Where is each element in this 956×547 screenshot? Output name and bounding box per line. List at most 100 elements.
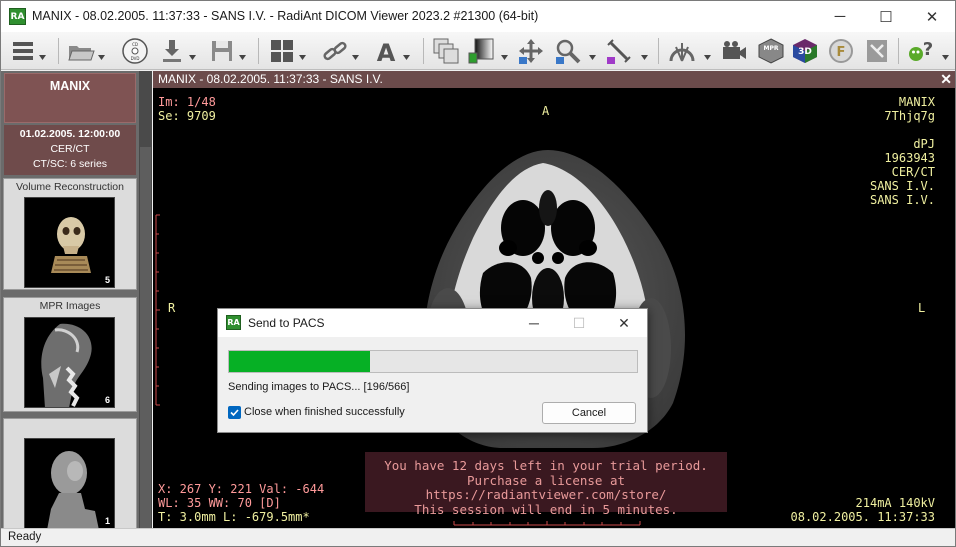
series-image-count: 1 xyxy=(104,516,110,526)
layout-button[interactable] xyxy=(268,37,296,65)
study-name[interactable]: MANIX xyxy=(4,73,136,123)
series-label: MPR Images xyxy=(39,300,101,312)
dialog-maximize-button: ☐ xyxy=(557,311,601,335)
menu-button[interactable] xyxy=(9,37,37,65)
close-when-finished-label[interactable]: Close when finished successfully xyxy=(244,406,405,418)
movie-icon xyxy=(723,41,746,59)
series-thumbnail[interactable]: Volume Reconstruction 5 xyxy=(3,178,137,290)
series-thumbnail[interactable]: 1 xyxy=(3,418,137,530)
reset-icon xyxy=(867,40,887,62)
trial-notice-line: Purchase a license at https://radiantvie… xyxy=(425,472,667,502)
help-button[interactable]: ? xyxy=(907,37,935,65)
minimize-button[interactable]: ─ xyxy=(817,1,863,32)
close-button[interactable]: ✕ xyxy=(909,1,955,32)
save-button[interactable] xyxy=(208,37,236,65)
svg-text:F: F xyxy=(837,45,846,60)
fusion-button[interactable]: F xyxy=(827,37,855,65)
toolbar-separator xyxy=(258,38,259,64)
toolbar-separator xyxy=(898,38,899,64)
cursor-value-overlay: X: 267 Y: 221 Val: -644 xyxy=(158,482,325,496)
series-scrollbar-thumb[interactable] xyxy=(140,147,151,528)
study-info[interactable]: 01.02.2005. 12:00:00 CER/CT CT/SC: 6 ser… xyxy=(4,125,136,175)
link-icon xyxy=(323,41,347,61)
series-scrollbar[interactable] xyxy=(139,71,152,528)
zoom-icon xyxy=(556,39,581,64)
window-level-dropdown-arrow[interactable] xyxy=(501,48,508,60)
cd-dvd-icon: CD DVD xyxy=(122,38,148,64)
layout-grid-icon xyxy=(271,40,293,62)
orientation-left-label: R xyxy=(168,301,176,315)
download-dropdown-arrow[interactable] xyxy=(189,48,196,60)
series-thumbnail-image: 6 xyxy=(24,317,115,408)
help-dropdown-arrow[interactable] xyxy=(942,48,949,60)
link-dropdown-arrow[interactable] xyxy=(352,48,359,60)
volume-render-image xyxy=(51,217,91,273)
movie-button[interactable] xyxy=(720,37,748,65)
scout-lines-icon xyxy=(669,43,695,62)
open-button[interactable] xyxy=(67,37,95,65)
trial-notice-line: This session will end in 5 minutes. xyxy=(414,501,678,517)
zoom-button[interactable] xyxy=(554,37,582,65)
mpr-icon: MPR xyxy=(758,38,784,64)
reset-button[interactable] xyxy=(863,37,891,65)
status-text: Ready xyxy=(8,531,42,543)
3d-button[interactable]: 3D xyxy=(791,37,819,65)
image-number-overlay: Im: 1/48 xyxy=(158,95,216,109)
patient-name-overlay: MANIX xyxy=(898,95,935,109)
dialog-minimize-button[interactable]: ─ xyxy=(512,311,556,335)
series-button[interactable] xyxy=(432,37,460,65)
send-progress-bar xyxy=(228,350,638,373)
zoom-dropdown-arrow[interactable] xyxy=(589,48,596,60)
title-bar: RA MANIX - 08.02.2005. 11:37:33 - SANS I… xyxy=(1,1,955,32)
cd-dvd-button[interactable]: CD DVD xyxy=(121,37,149,65)
overlay-line: dPJ xyxy=(913,137,935,151)
window-level-overlay: WL: 35 WW: 70 [D] xyxy=(158,496,281,510)
close-when-finished-checkbox[interactable] xyxy=(228,406,241,419)
maximize-icon: ☐ xyxy=(572,314,586,331)
dialog-close-button[interactable]: ✕ xyxy=(602,311,646,335)
study-date: 01.02.2005. 12:00:00 xyxy=(19,128,121,140)
checkmark-icon xyxy=(230,409,239,417)
scout-image xyxy=(47,451,99,528)
menu-dropdown-arrow[interactable] xyxy=(39,48,46,60)
dialog-title-bar: RA Send to PACS ─ ☐ ✕ xyxy=(218,309,647,337)
pan-button[interactable] xyxy=(517,37,545,65)
institution-overlay: SANS I.V. xyxy=(869,193,935,207)
svg-text:MPR: MPR xyxy=(764,45,779,52)
save-dropdown-arrow[interactable] xyxy=(239,48,246,60)
window-level-button[interactable] xyxy=(467,37,495,65)
study-modality: CER/CT xyxy=(50,143,90,155)
cancel-button[interactable]: Cancel xyxy=(542,402,636,424)
link-button[interactable] xyxy=(321,37,349,65)
modality-overlay: CER/CT xyxy=(891,165,935,179)
window-title: MANIX - 08.02.2005. 11:37:33 - SANS I.V.… xyxy=(32,9,539,23)
mpr-sagittal-image xyxy=(41,323,92,407)
open-dropdown-arrow[interactable] xyxy=(98,48,105,60)
maximize-button[interactable]: ☐ xyxy=(863,1,909,32)
series-thumbnail[interactable]: MPR Images 6 xyxy=(3,297,137,412)
scout-lines-button[interactable] xyxy=(668,37,696,65)
download-button[interactable] xyxy=(158,37,186,65)
menu-icon xyxy=(13,42,33,60)
fusion-icon: F xyxy=(829,39,853,63)
viewport-close-icon[interactable]: ✕ xyxy=(940,71,952,88)
annotation-dropdown-arrow[interactable] xyxy=(403,48,410,60)
exposure-overlay: 214mA 140kV xyxy=(855,496,935,510)
measure-icon xyxy=(607,39,631,64)
scout-lines-dropdown-arrow[interactable] xyxy=(704,48,711,60)
annotation-button[interactable]: A xyxy=(372,37,400,65)
3d-icon: 3D xyxy=(793,39,817,63)
slice-position-overlay: T: 3.0mm L: -679.5mm* xyxy=(158,510,310,524)
send-status-text: Sending images to PACS... [196/566] xyxy=(228,381,410,393)
institution-overlay: SANS I.V. xyxy=(869,179,935,193)
send-to-pacs-dialog: RA Send to PACS ─ ☐ ✕ Sending images to … xyxy=(217,308,648,433)
svg-text:3D: 3D xyxy=(798,47,812,57)
layout-dropdown-arrow[interactable] xyxy=(299,48,306,60)
trial-notice: You have 12 days left in your trial peri… xyxy=(365,452,727,516)
mpr-button[interactable]: MPR xyxy=(757,37,785,65)
app-window: RA MANIX - 08.02.2005. 11:37:33 - SANS I… xyxy=(0,0,956,547)
measure-button[interactable] xyxy=(605,37,633,65)
app-logo-icon: RA xyxy=(9,8,26,25)
measure-dropdown-arrow[interactable] xyxy=(641,48,648,60)
annotation-text-icon: A xyxy=(377,39,396,65)
